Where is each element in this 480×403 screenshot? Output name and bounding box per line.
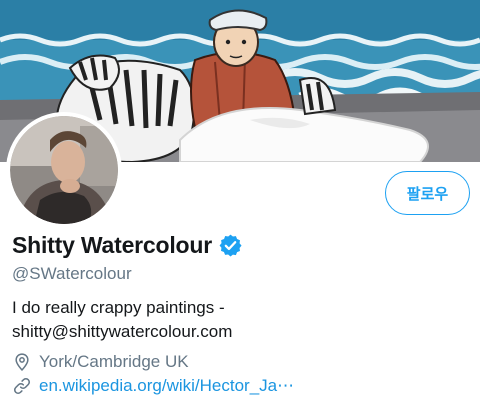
verified-badge-icon: [218, 233, 243, 258]
profile-display-name: Shitty Watercolour: [12, 232, 213, 258]
follow-button[interactable]: 팔로우: [385, 171, 470, 215]
bio-email: shitty@shittywatercolour.com: [12, 322, 233, 341]
profile-avatar[interactable]: [10, 116, 118, 224]
avatar-photo: [10, 116, 118, 224]
profile-website: en.wikipedia.org/wiki/Hector_Ja⋯: [12, 376, 294, 396]
location-pin-icon: [12, 352, 32, 372]
profile-location: York/Cambridge UK: [12, 352, 189, 372]
profile-bio: I do really crappy paintings - shitty@sh…: [12, 296, 462, 344]
link-icon: [12, 376, 32, 396]
location-text: York/Cambridge UK: [39, 352, 189, 371]
bio-line: I do really crappy paintings -: [12, 298, 225, 317]
profile-name-row: Shitty Watercolour: [12, 232, 243, 259]
profile-handle: @SWatercolour: [12, 264, 132, 283]
website-link[interactable]: en.wikipedia.org/wiki/Hector_Ja⋯: [39, 376, 294, 396]
